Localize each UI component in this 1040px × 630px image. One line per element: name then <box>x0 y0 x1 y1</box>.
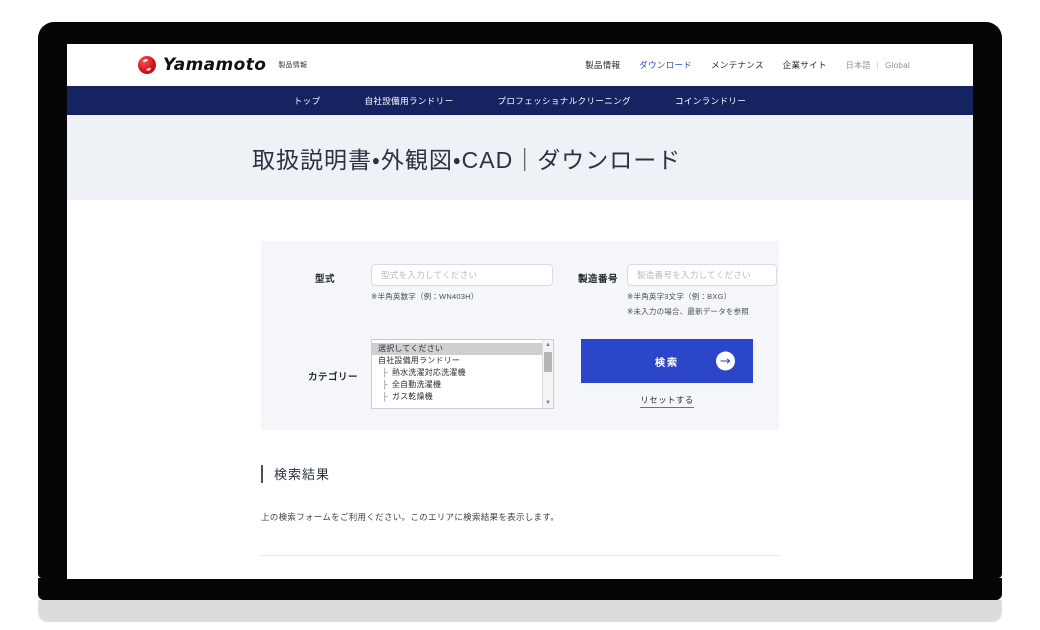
tree-glyph-icon: ├ <box>382 392 388 401</box>
nav-item-top[interactable]: トップ <box>294 95 321 107</box>
serial-field-note-2: ※未入力の場合、最新データを参照 <box>627 307 749 316</box>
results-heading: 検索結果 <box>261 464 779 483</box>
util-nav-item-products[interactable]: 製品情報 <box>585 59 620 71</box>
scroll-up-arrow-icon[interactable]: ▲ <box>543 340 553 350</box>
page-content: 型式 型式を入力してください ※半角英数字（例：WN403H） 製造番号 製造番… <box>67 200 973 556</box>
arrow-right-icon <box>716 351 735 371</box>
results-empty-message: 上の検索フォームをご利用ください。このエリアに検索結果を表示します。 <box>261 512 560 522</box>
yamamoto-swirl-logo-icon <box>138 56 156 74</box>
category-option-label: ガス乾燥機 <box>391 392 433 401</box>
browser-viewport: Yamamoto 製品情報 製品情報 ダウンロード メンテナンス 企業サイト 日… <box>67 44 973 579</box>
results-title: 検索結果 <box>274 467 331 482</box>
language-switcher: 日本語 | Global <box>846 60 910 71</box>
scrollbar-thumb[interactable] <box>544 352 552 372</box>
serial-field-group: 製造番号 製造番号を入力してください ※半角英字3文字（例：BXG） ※未入力の… <box>553 264 778 317</box>
serial-field-label: 製造番号 <box>578 274 619 285</box>
model-field-label: 型式 <box>315 274 336 285</box>
reset-link[interactable]: リセットする <box>640 394 694 408</box>
language-global[interactable]: Global <box>885 61 910 70</box>
search-form-row-model-serial: 型式 型式を入力してください ※半角英数字（例：WN403H） 製造番号 製造番… <box>287 264 778 317</box>
model-field-note: ※半角英数字（例：WN403H） <box>371 292 479 301</box>
screenshot-stage: Yamamoto 製品情報 製品情報 ダウンロード メンテナンス 企業サイト 日… <box>0 0 1040 630</box>
category-field-label: カテゴリー <box>308 372 359 383</box>
serial-field-column: 製造番号を入力してください ※半角英字3文字（例：BXG） ※未入力の場合、最新… <box>627 264 778 317</box>
model-input[interactable]: 型式を入力してください <box>371 264 553 286</box>
model-field-column: 型式を入力してください ※半角英数字（例：WN403H） <box>371 264 553 302</box>
page-title: 取扱説明書・外観図・CAD｜ダウンロード <box>252 146 682 173</box>
site-logo[interactable]: Yamamoto 製品情報 <box>138 55 307 75</box>
category-option-fully-automatic-washer[interactable]: ├ 全自動洗濯機 <box>372 379 553 391</box>
nav-item-coin-laundry[interactable]: コインランドリー <box>675 95 746 107</box>
nav-item-professional-cleaning[interactable]: プロフェッショナルクリーニング <box>498 95 632 107</box>
nav-item-in-house-laundry[interactable]: 自社設備用ランドリー <box>364 95 453 107</box>
search-form-row-category: カテゴリー 選択してください 自社設備用ランドリー ├ 熱水洗濯対応洗濯機 ├ 全自… <box>287 339 753 409</box>
laptop-base-shadow <box>38 600 1002 622</box>
search-form-panel: 型式 型式を入力してください ※半角英数字（例：WN403H） 製造番号 製造番… <box>261 241 779 430</box>
laptop-base <box>38 578 1002 600</box>
category-option-label: 熱水洗濯対応洗濯機 <box>391 368 466 377</box>
util-nav-item-maintenance[interactable]: メンテナンス <box>711 59 764 71</box>
util-nav-item-corporate[interactable]: 企業サイト <box>783 59 827 71</box>
category-listbox-scrollbar[interactable]: ▲ ▼ <box>542 340 553 408</box>
search-actions: 検索 リセットする <box>581 339 753 408</box>
language-current[interactable]: 日本語 <box>846 60 871 71</box>
utility-nav: 製品情報 ダウンロード メンテナンス 企業サイト 日本語 | Global <box>585 59 910 71</box>
serial-field-note-1: ※半角英字3文字（例：BXG） <box>627 292 732 301</box>
category-option-list: 選択してください 自社設備用ランドリー ├ 熱水洗濯対応洗濯機 ├ 全自動洗濯機 ├… <box>372 340 553 403</box>
tree-glyph-icon: ├ <box>382 368 388 377</box>
site-utility-header: Yamamoto 製品情報 製品情報 ダウンロード メンテナンス 企業サイト 日… <box>67 44 973 86</box>
brand-name: Yamamoto <box>163 55 267 75</box>
heading-accent-bar <box>261 464 263 483</box>
search-button[interactable]: 検索 <box>581 339 753 383</box>
search-button-label: 検索 <box>655 357 679 369</box>
brand-subtitle: 製品情報 <box>278 62 308 69</box>
category-option-in-house-laundry[interactable]: 自社設備用ランドリー <box>372 355 553 367</box>
serial-input[interactable]: 製造番号を入力してください <box>627 264 778 286</box>
search-results-section: 検索結果 上の検索フォームをご利用ください。このエリアに検索結果を表示します。 <box>261 464 779 556</box>
model-field-group: 型式 型式を入力してください ※半角英数字（例：WN403H） <box>287 264 553 302</box>
category-option-hot-water-washer[interactable]: ├ 熱水洗濯対応洗濯機 <box>372 367 553 379</box>
tree-glyph-icon: ├ <box>382 380 388 389</box>
results-divider <box>261 555 779 556</box>
primary-nav: トップ 自社設備用ランドリー プロフェッショナルクリーニング コインランドリー <box>67 86 973 115</box>
category-option-placeholder[interactable]: 選択してください <box>372 343 553 355</box>
category-option-label: 全自動洗濯機 <box>391 380 442 389</box>
category-listbox[interactable]: 選択してください 自社設備用ランドリー ├ 熱水洗濯対応洗濯機 ├ 全自動洗濯機 ├… <box>371 339 554 409</box>
page-hero: 取扱説明書・外観図・CAD｜ダウンロード <box>67 115 973 200</box>
util-nav-item-downloads[interactable]: ダウンロード <box>639 59 692 71</box>
scroll-down-arrow-icon[interactable]: ▼ <box>543 398 553 408</box>
category-option-gas-dryer[interactable]: ├ ガス乾燥機 <box>372 391 553 403</box>
language-separator: | <box>876 60 880 70</box>
